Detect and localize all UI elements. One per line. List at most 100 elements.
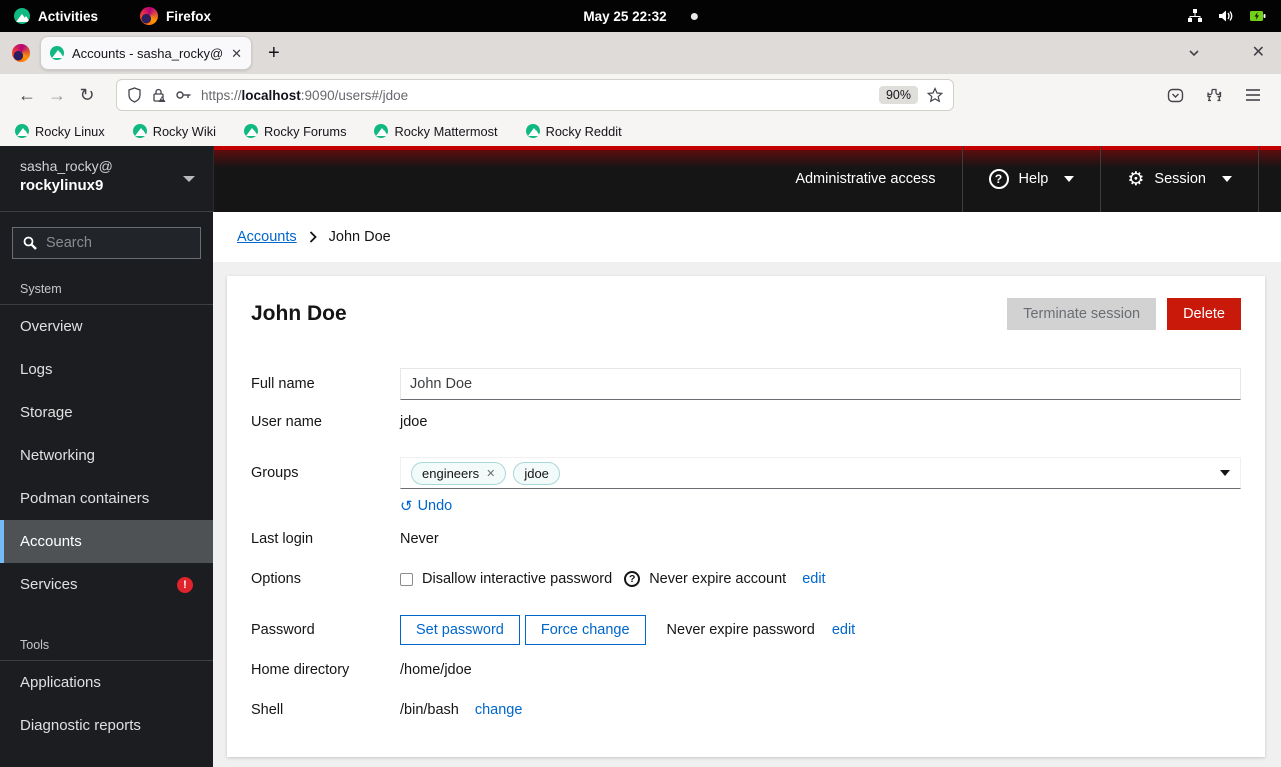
sidebar-item-services[interactable]: Services ! xyxy=(0,563,213,606)
search-input[interactable] xyxy=(46,235,176,251)
bookmark-rocky-linux[interactable]: Rocky Linux xyxy=(15,124,105,139)
sidebar-item-storage[interactable]: Storage xyxy=(0,391,213,434)
app-menu-label: Firefox xyxy=(166,8,212,24)
sidebar-item-logs[interactable]: Logs xyxy=(0,348,213,391)
bookmarks-bar: Rocky Linux Rocky Wiki Rocky Forums Rock… xyxy=(0,116,1281,146)
set-password-button[interactable]: Set password xyxy=(400,615,520,645)
bookmark-rocky-forums[interactable]: Rocky Forums xyxy=(243,124,346,139)
rocky-logo-icon xyxy=(243,124,258,138)
zoom-badge[interactable]: 90% xyxy=(878,86,918,104)
activities-label: Activities xyxy=(38,8,99,24)
session-button[interactable]: ⚙ Session xyxy=(1101,146,1258,212)
sidebar-search[interactable] xyxy=(12,227,201,259)
groups-label: Groups xyxy=(251,465,299,481)
account-card: John Doe Terminate session Delete Full n… xyxy=(227,276,1265,757)
password-label: Password xyxy=(251,622,315,638)
focused-app-menu[interactable]: Firefox xyxy=(140,7,211,25)
disallow-password-checkbox[interactable] xyxy=(400,572,413,586)
window-close-button[interactable]: ✕ xyxy=(1252,45,1265,61)
tab-close-icon[interactable]: ✕ xyxy=(231,47,242,60)
pocket-icon[interactable] xyxy=(1167,87,1184,104)
delete-button[interactable]: Delete xyxy=(1167,298,1241,330)
undo-button[interactable]: ↺ Undo xyxy=(400,497,1241,515)
rocky-logo-icon xyxy=(15,124,29,138)
forward-button[interactable]: → xyxy=(42,80,72,110)
menu-hamburger-icon[interactable] xyxy=(1245,88,1261,102)
last-login-value: Never xyxy=(400,531,439,547)
lock-warning-icon[interactable] xyxy=(151,87,166,103)
chip-remove-icon[interactable]: ✕ xyxy=(486,467,495,480)
url-bar[interactable]: https://localhost:9090/users#/jdoe 90% xyxy=(116,79,954,111)
terminate-session-button[interactable]: Terminate session xyxy=(1007,298,1157,330)
sidebar-item-applications[interactable]: Applications xyxy=(0,661,213,704)
change-shell-link[interactable]: change xyxy=(475,702,523,718)
bookmark-rocky-wiki[interactable]: Rocky Wiki xyxy=(132,124,216,139)
group-chip-jdoe: jdoe xyxy=(513,461,560,485)
search-icon xyxy=(23,236,37,250)
tab-list-chevron-icon[interactable] xyxy=(1188,47,1200,59)
page-title: John Doe xyxy=(251,302,347,325)
edit-password-expiry-link[interactable]: edit xyxy=(832,622,855,638)
volume-icon xyxy=(1218,8,1234,24)
full-name-label: Full name xyxy=(251,376,315,392)
gear-icon: ⚙ xyxy=(1127,168,1145,190)
new-tab-button[interactable]: + xyxy=(268,42,280,65)
extensions-puzzle-icon[interactable] xyxy=(1206,87,1223,104)
sidebar-item-networking[interactable]: Networking xyxy=(0,434,213,477)
tab-favicon-rocky-icon xyxy=(50,46,64,60)
help-button[interactable]: ? Help xyxy=(963,146,1101,212)
firefox-tab-bar: Accounts - sasha_rocky@ ✕ + ✕ xyxy=(0,32,1281,74)
breadcrumb-accounts-link[interactable]: Accounts xyxy=(237,229,297,245)
reload-button[interactable]: ↻ xyxy=(72,80,102,110)
back-button[interactable]: ← xyxy=(12,80,42,110)
bookmark-rocky-mattermost[interactable]: Rocky Mattermost xyxy=(374,124,498,139)
sidebar-item-overview[interactable]: Overview xyxy=(0,305,213,348)
battery-icon xyxy=(1249,8,1267,24)
shield-icon[interactable] xyxy=(127,87,142,103)
nav-section-system: System Overview Logs Storage Networking … xyxy=(0,276,213,606)
chevron-down-icon xyxy=(1222,176,1232,182)
key-icon[interactable] xyxy=(175,89,192,101)
browser-tab[interactable]: Accounts - sasha_rocky@ ✕ xyxy=(40,36,252,70)
cockpit-sidebar: sasha_rocky@ rockylinux9 System Overview… xyxy=(0,146,213,767)
home-directory-label: Home directory xyxy=(251,662,350,678)
system-status-area[interactable] xyxy=(1187,8,1281,24)
sidebar-item-diagnostic-reports[interactable]: Diagnostic reports xyxy=(0,704,213,747)
admin-access-indicator[interactable]: Administrative access xyxy=(769,146,961,212)
sidebar-item-accounts[interactable]: Accounts xyxy=(0,520,213,563)
bookmark-star-icon[interactable] xyxy=(927,87,943,103)
firefox-app-icon[interactable] xyxy=(12,44,30,62)
sidebar-item-podman[interactable]: Podman containers xyxy=(0,477,213,520)
section-label: Tools xyxy=(0,632,213,661)
select-caret-icon[interactable] xyxy=(1220,470,1230,476)
shell-label: Shell xyxy=(251,702,284,718)
disallow-password-label: Disallow interactive password xyxy=(422,571,613,587)
help-circle-icon[interactable]: ? xyxy=(624,571,641,587)
clock-button[interactable]: May 25 22:32 xyxy=(583,9,698,24)
shell-value: /bin/bash xyxy=(400,702,459,718)
user-name-label: User name xyxy=(251,414,322,430)
masthead: Administrative access ? Help ⚙ Session xyxy=(213,146,1281,212)
chevron-down-icon xyxy=(183,176,195,182)
rocky-logo-icon xyxy=(374,124,389,138)
rocky-logo-icon xyxy=(14,8,30,24)
section-label: System xyxy=(0,276,213,305)
edit-account-expiry-link[interactable]: edit xyxy=(802,571,825,587)
groups-select[interactable]: engineers ✕ jdoe xyxy=(400,457,1241,489)
force-change-button[interactable]: Force change xyxy=(524,615,646,645)
host-switcher[interactable]: sasha_rocky@ rockylinux9 xyxy=(0,146,213,212)
activities-button[interactable]: Activities xyxy=(0,8,98,24)
network-icon xyxy=(1187,8,1203,24)
firefox-nav-bar: ← → ↻ https://localhost:9090/users#/jdoe… xyxy=(0,74,1281,116)
bookmark-rocky-reddit[interactable]: Rocky Reddit xyxy=(525,124,622,139)
breadcrumb: Accounts John Doe xyxy=(213,212,1281,262)
url-text[interactable]: https://localhost:9090/users#/jdoe xyxy=(201,88,408,103)
group-chip-engineers: engineers ✕ xyxy=(411,461,507,485)
rocky-logo-icon xyxy=(132,124,147,138)
full-name-input[interactable] xyxy=(400,368,1241,400)
undo-icon: ↺ xyxy=(400,498,413,515)
user-name-value: jdoe xyxy=(400,414,428,430)
breadcrumb-chevron-icon xyxy=(309,231,317,243)
gnome-top-bar: Activities Firefox May 25 22:32 xyxy=(0,0,1281,32)
never-expire-account-text: Never expire account xyxy=(649,571,787,587)
